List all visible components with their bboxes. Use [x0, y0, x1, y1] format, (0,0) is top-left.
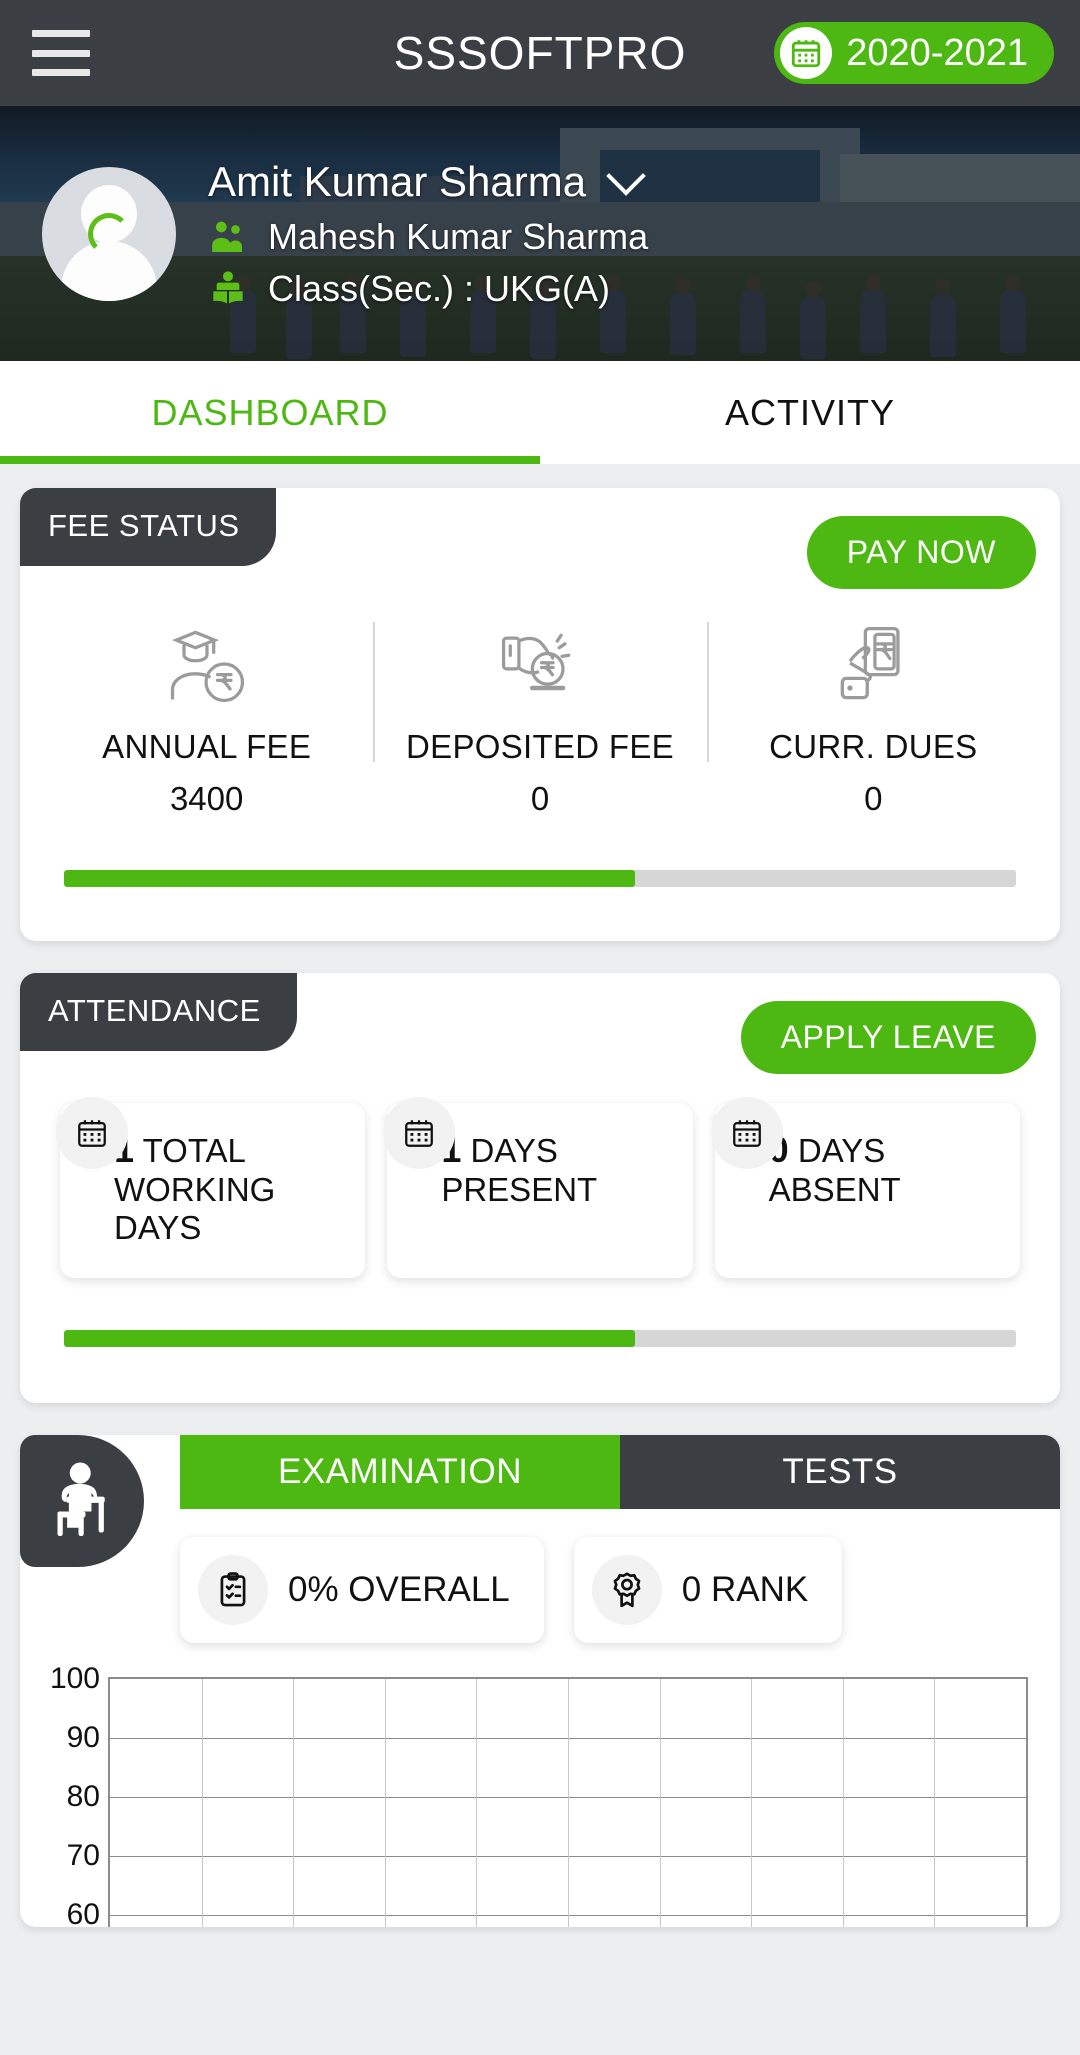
guardian-name: Mahesh Kumar Sharma — [268, 215, 649, 257]
session-year-selector[interactable]: 2020-2021 — [774, 22, 1054, 84]
rank-text: 0 RANK — [681, 1570, 809, 1609]
chart-gridline-vertical — [476, 1679, 478, 1927]
chart-plot-area — [108, 1677, 1028, 1927]
tab-dashboard[interactable]: DASHBOARD — [0, 361, 540, 464]
fee-stat-label: CURR. DUES — [769, 728, 978, 765]
calendar-icon — [780, 27, 833, 79]
dashboard-content: FEE STATUS PAY NOW ANNUAL FEE 3400 DEPOS… — [0, 464, 1080, 1931]
guardian-row: Mahesh Kumar Sharma — [208, 216, 648, 258]
dashboard-tabs: DASHBOARD ACTIVITY — [0, 361, 1080, 464]
class-label: Class(Sec.) : UKG(A) — [268, 267, 611, 309]
attendance-box-total-working-days[interactable]: 1 TOTAL WORKING DAYS — [56, 1097, 366, 1278]
attendance-progress-fill — [64, 1330, 636, 1347]
award-medal-icon — [591, 1555, 662, 1625]
fee-stat-value: 3400 — [169, 780, 244, 817]
chart-gridline-vertical — [659, 1679, 661, 1927]
top-app-bar: SSSOFTPRO 2020-2021 — [0, 0, 1080, 106]
fee-stat-dues: CURR. DUES 0 — [706, 616, 1040, 818]
chart-y-tick: 90 — [66, 1721, 100, 1754]
loading-spinner-icon — [88, 212, 130, 255]
examination-summary-pills: 0% OVERALL 0 RANK — [20, 1509, 1060, 1643]
calendar-icon — [710, 1097, 783, 1169]
examination-card: EXAMINATION TESTS 0% OVERALL 0 RANK 100 … — [20, 1435, 1060, 1931]
chart-y-tick: 80 — [66, 1780, 100, 1813]
attendance-card: ATTENDANCE APPLY LEAVE 1 TOTAL WORKING D… — [20, 973, 1060, 1403]
attendance-label: DAYS PRESENT — [441, 1132, 598, 1208]
active-tab-indicator — [0, 456, 540, 464]
chart-gridline-vertical — [751, 1679, 753, 1927]
app-screen: SSSOFTPRO 2020-2021 Amit Kumar Sharma Ma… — [0, 0, 1080, 2055]
chart-gridline-vertical — [934, 1679, 936, 1927]
pay-now-button[interactable]: PAY NOW — [806, 516, 1036, 589]
tab-tests-label: TESTS — [782, 1452, 898, 1491]
fee-status-card: FEE STATUS PAY NOW ANNUAL FEE 3400 DEPOS… — [20, 488, 1060, 941]
fee-progress-fill — [64, 870, 636, 887]
examination-tab-group: EXAMINATION TESTS — [180, 1435, 1060, 1509]
attendance-boxes: 1 TOTAL WORKING DAYS 1 DAYS PRESENT DAYS… — [20, 1097, 1060, 1278]
clipboard-check-icon — [198, 1555, 268, 1625]
fee-status-tag: FEE STATUS — [20, 488, 276, 566]
calendar-icon — [56, 1097, 128, 1169]
overall-percent-pill[interactable]: 0% OVERALL — [180, 1537, 544, 1643]
hamburger-menu-icon[interactable] — [32, 30, 90, 76]
overall-percent-text: 0% OVERALL — [288, 1570, 510, 1609]
hand-coin-icon — [494, 616, 586, 708]
tab-examination[interactable]: EXAMINATION — [180, 1435, 620, 1509]
profile-banner: Amit Kumar Sharma Mahesh Kumar Sharma Cl… — [0, 106, 1080, 361]
fee-stat-label: ANNUAL FEE — [102, 728, 312, 765]
attendance-label: TOTAL WORKING DAYS — [114, 1132, 276, 1247]
student-name-row[interactable]: Amit Kumar Sharma — [208, 155, 648, 206]
tab-tests[interactable]: TESTS — [620, 1435, 1060, 1509]
session-year-label: 2020-2021 — [846, 31, 1028, 74]
attendance-tag: ATTENDANCE — [20, 973, 297, 1051]
avatar[interactable] — [42, 166, 176, 301]
student-name: Amit Kumar Sharma — [208, 157, 587, 205]
graduate-rupee-icon — [161, 616, 253, 708]
chart-y-tick: 70 — [66, 1839, 100, 1872]
tab-activity[interactable]: ACTIVITY — [540, 361, 1080, 464]
chart-gridline-vertical — [568, 1679, 569, 1927]
rank-pill[interactable]: 0 RANK — [573, 1537, 843, 1643]
chart-y-axis: 100 90 80 70 60 — [42, 1662, 108, 1931]
attendance-box-days-present[interactable]: 1 DAYS PRESENT — [383, 1097, 693, 1278]
mobile-payment-icon — [827, 616, 919, 708]
tab-examination-label: EXAMINATION — [277, 1452, 523, 1491]
chart-gridline-vertical — [201, 1679, 203, 1927]
fee-stat-value: 0 — [864, 780, 883, 817]
fee-stat-deposited: DEPOSITED FEE 0 — [373, 616, 706, 818]
calendar-icon — [383, 1097, 456, 1169]
chart-y-tick: 60 — [66, 1898, 100, 1931]
chart-gridline-vertical — [842, 1679, 844, 1927]
parents-icon — [208, 217, 248, 257]
attendance-label: DAYS ABSENT — [768, 1132, 901, 1208]
apply-leave-button[interactable]: APPLY LEAVE — [740, 1001, 1036, 1074]
class-row: Class(Sec.) : UKG(A) — [208, 268, 648, 310]
marks-chart: 100 90 80 70 60 — [20, 1643, 1060, 1931]
fee-stat-value: 0 — [530, 780, 550, 817]
attendance-box-days-absent[interactable]: 0 DAYS ABSENT — [710, 1097, 1020, 1278]
fee-progress-track — [64, 870, 1016, 887]
chart-gridline-vertical — [293, 1679, 295, 1927]
student-profile: Amit Kumar Sharma Mahesh Kumar Sharma Cl… — [0, 106, 1080, 361]
fee-stats-row: ANNUAL FEE 3400 DEPOSITED FEE 0 CURR. DU… — [20, 616, 1060, 818]
tab-dashboard-label: DASHBOARD — [151, 391, 389, 433]
student-book-icon — [208, 269, 248, 309]
tab-activity-label: ACTIVITY — [724, 391, 896, 433]
fee-stat-annual: ANNUAL FEE 3400 — [40, 616, 373, 818]
attendance-progress-track — [64, 1330, 1016, 1347]
chart-y-tick: 100 — [49, 1662, 100, 1695]
chevron-down-icon[interactable] — [606, 155, 646, 196]
fee-stat-label: DEPOSITED FEE — [406, 728, 674, 765]
chart-gridline-vertical — [384, 1679, 386, 1927]
